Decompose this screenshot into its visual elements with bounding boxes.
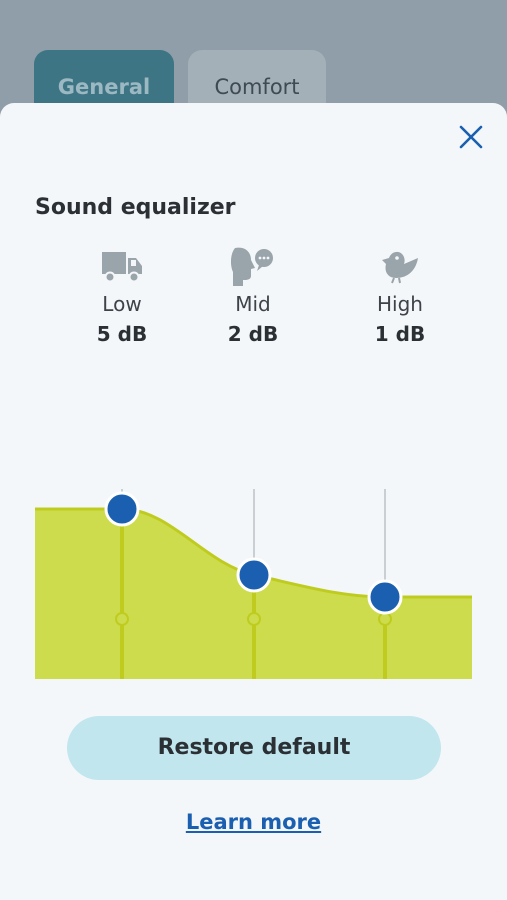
panel-title: Sound equalizer	[35, 195, 236, 220]
band-low-value: 5 dB	[96, 322, 148, 346]
equalizer-panel: Sound equalizer Low 5 dB Mid 2 dB High 1…	[0, 103, 507, 900]
bird-icon	[345, 246, 455, 286]
speaking-head-icon	[198, 246, 308, 286]
band-low: Low 5 dB	[67, 246, 177, 346]
high-zero-marker	[378, 612, 392, 626]
tab-general[interactable]: General	[34, 50, 174, 110]
band-mid-value: 2 dB	[227, 322, 279, 346]
mid-zero-marker	[247, 612, 261, 626]
tab-comfort[interactable]: Comfort	[188, 50, 326, 110]
learn-more-link[interactable]: Learn more	[0, 810, 507, 834]
band-high-label: High	[377, 292, 423, 316]
band-mid-label: Mid	[235, 292, 271, 316]
low-slider-knob[interactable]	[104, 491, 140, 527]
low-zero-marker	[115, 612, 129, 626]
band-mid: Mid 2 dB	[198, 246, 308, 346]
band-low-label: Low	[102, 292, 142, 316]
restore-default-button[interactable]: Restore default	[67, 716, 441, 780]
close-icon[interactable]	[457, 123, 485, 151]
mid-slider-knob[interactable]	[236, 557, 272, 593]
band-high-value: 1 dB	[374, 322, 426, 346]
equalizer-graph	[0, 379, 507, 751]
band-high: High 1 dB	[345, 246, 455, 346]
truck-icon	[67, 246, 177, 286]
high-slider-knob[interactable]	[367, 579, 403, 615]
